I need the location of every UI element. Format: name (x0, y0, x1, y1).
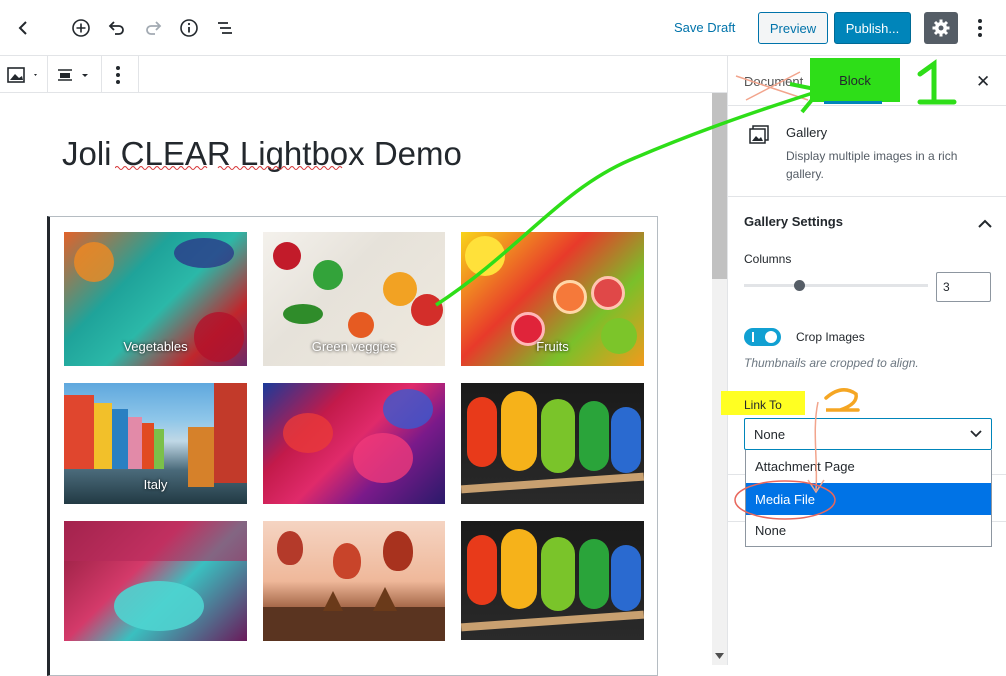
gallery-image-4[interactable]: Italy (64, 383, 247, 504)
chevron-down-icon (970, 430, 982, 438)
crop-images-toggle[interactable] (744, 328, 781, 346)
settings-sidebar: Document Block ✕ Gallery Display multipl… (721, 56, 1006, 665)
block-card-title: Gallery (786, 125, 828, 140)
info-icon[interactable] (175, 14, 203, 42)
gallery-image-5[interactable] (263, 383, 445, 504)
link-to-dropdown: Attachment Page Media File None (745, 450, 992, 547)
editor-scrollbar[interactable] (712, 93, 727, 665)
gallery-image-3[interactable]: Fruits (461, 232, 644, 366)
gallery-image-7[interactable] (64, 521, 247, 641)
link-to-label: Link To (744, 398, 782, 412)
link-option-media-file[interactable]: Media File (746, 483, 991, 515)
gallery-image-6[interactable] (461, 383, 644, 504)
gallery-block-icon (748, 124, 770, 151)
close-sidebar-icon[interactable]: ✕ (976, 72, 990, 92)
publish-button[interactable]: Publish... (834, 12, 911, 44)
block-card-description: Display multiple images in a rich galler… (786, 149, 958, 181)
outline-icon[interactable] (211, 14, 239, 42)
gallery-settings-title[interactable]: Gallery Settings (744, 214, 843, 229)
settings-gear-icon (932, 19, 950, 37)
link-option-attachment-page[interactable]: Attachment Page (746, 450, 991, 482)
columns-label: Columns (744, 252, 792, 266)
align-icon[interactable] (56, 65, 92, 90)
columns-slider-handle[interactable] (794, 280, 805, 291)
gallery-image-2[interactable]: Green veggies (263, 232, 445, 366)
gallery-image-8[interactable] (263, 521, 445, 641)
sidebar-tabs: Document Block ✕ (728, 56, 1006, 106)
settings-button[interactable] (924, 12, 958, 44)
crop-images-hint: Thumbnails are cropped to align. (744, 356, 919, 370)
gallery-caption: Green veggies (311, 339, 397, 354)
redo-icon[interactable] (139, 14, 167, 42)
gallery-icon[interactable] (6, 65, 38, 90)
gallery-caption: Italy (143, 477, 168, 492)
chevron-up-icon[interactable] (978, 216, 992, 234)
gallery-caption: Fruits (536, 339, 569, 354)
save-draft-button[interactable]: Save Draft (674, 20, 735, 35)
spellcheck-underline (115, 166, 343, 170)
scrollbar-thumb[interactable] (712, 93, 727, 279)
editor-header: Save Draft Preview Publish... (0, 0, 1006, 56)
active-tab-indicator (824, 101, 882, 104)
tab-document[interactable]: Document (744, 74, 803, 89)
columns-slider-track[interactable] (744, 284, 928, 287)
crop-images-label: Crop Images (796, 330, 865, 344)
link-to-select[interactable]: None (744, 418, 992, 450)
gallery-caption: Vegetables (123, 339, 188, 354)
preview-button[interactable]: Preview (758, 12, 828, 44)
link-option-none[interactable]: None (746, 514, 991, 546)
scroll-down-arrow-icon[interactable] (715, 653, 724, 659)
block-toolbar (0, 56, 139, 93)
add-block-icon[interactable] (67, 14, 95, 42)
back-chevron-icon[interactable] (10, 14, 38, 42)
tab-block[interactable]: Block (810, 58, 900, 102)
columns-number-input[interactable]: 3 (936, 272, 991, 302)
block-more-vertical-icon[interactable] (115, 65, 121, 90)
undo-icon[interactable] (103, 14, 131, 42)
gallery-image-9[interactable] (461, 521, 644, 640)
gallery-image-1[interactable]: Vegetables (64, 232, 247, 366)
more-vertical-icon[interactable] (968, 14, 992, 42)
